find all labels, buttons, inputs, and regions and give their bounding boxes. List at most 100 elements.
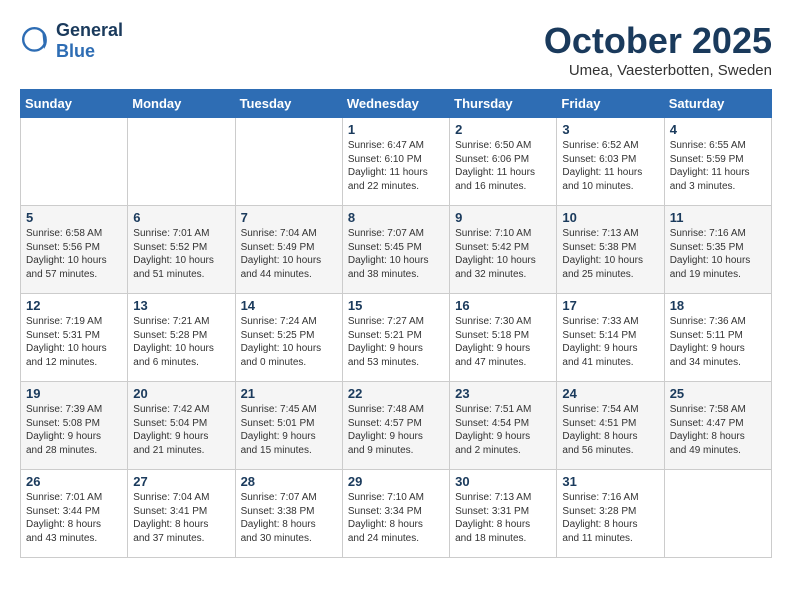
calendar-cell: 9 Sunrise: 7:10 AM Sunset: 5:42 PM Daylig… [450,206,557,294]
day-number: 8 [348,210,444,225]
day-info: Sunrise: 6:58 AM Sunset: 5:56 PM Dayligh… [26,227,122,281]
calendar-cell: 7 Sunrise: 7:04 AM Sunset: 5:49 PM Daylig… [235,206,342,294]
day-info: Sunrise: 7:24 AM Sunset: 5:25 PM Dayligh… [241,315,337,369]
page-header: General Blue October 2025 Umea, Vaesterb… [20,20,772,79]
day-number: 21 [241,386,337,401]
calendar-cell: 11Sunrise: 7:16 AM Sunset: 5:35 PM Dayli… [664,206,771,294]
day-number: 28 [241,474,337,489]
day-number: 24 [562,386,658,401]
day-number: 13 [133,298,229,313]
day-info: Sunrise: 7:13 AM Sunset: 3:31 PM Dayligh… [455,491,551,545]
day-info: Sunrise: 7:10 AM Sunset: 3:34 PM Dayligh… [348,491,444,545]
weekday-header: Saturday [664,90,771,118]
calendar-cell [235,118,342,206]
calendar-cell: 12 Sunrise: 7:19 AM Sunset: 5:31 PM Dayli… [21,294,128,382]
day-info: Sunrise: 7:04 AM Sunset: 3:41 PM Dayligh… [133,491,229,545]
day-info: Sunrise: 7:51 AM Sunset: 4:54 PM Dayligh… [455,403,551,457]
calendar-cell: 8Sunrise: 7:07 AM Sunset: 5:45 PM Daylig… [342,206,449,294]
day-info: Sunrise: 7:36 AM Sunset: 5:11 PM Dayligh… [670,315,766,369]
weekday-header: Wednesday [342,90,449,118]
calendar-cell: 19 Sunrise: 7:39 AM Sunset: 5:08 PM Dayli… [21,382,128,470]
day-number: 26 [26,474,122,489]
calendar-cell: 31 Sunrise: 7:16 AM Sunset: 3:28 PM Dayli… [557,470,664,558]
calendar-cell: 6 Sunrise: 7:01 AM Sunset: 5:52 PM Daylig… [128,206,235,294]
calendar-cell: 20 Sunrise: 7:42 AM Sunset: 5:04 PM Dayli… [128,382,235,470]
day-number: 14 [241,298,337,313]
day-number: 9 [455,210,551,225]
day-number: 6 [133,210,229,225]
calendar-week: 19 Sunrise: 7:39 AM Sunset: 5:08 PM Dayli… [21,382,772,470]
day-info: Sunrise: 7:30 AM Sunset: 5:18 PM Dayligh… [455,315,551,369]
day-info: Sunrise: 6:52 AM Sunset: 6:03 PM Dayligh… [562,139,658,193]
day-number: 1 [348,122,444,137]
calendar-week: 1Sunrise: 6:47 AM Sunset: 6:10 PM Daylig… [21,118,772,206]
day-info: Sunrise: 7:42 AM Sunset: 5:04 PM Dayligh… [133,403,229,457]
month-title: October 2025 [544,20,772,62]
weekday-header: Sunday [21,90,128,118]
day-info: Sunrise: 6:50 AM Sunset: 6:06 PM Dayligh… [455,139,551,193]
day-info: Sunrise: 7:39 AM Sunset: 5:08 PM Dayligh… [26,403,122,457]
calendar-cell: 27Sunrise: 7:04 AM Sunset: 3:41 PM Dayli… [128,470,235,558]
day-info: Sunrise: 7:10 AM Sunset: 5:42 PM Dayligh… [455,227,551,281]
calendar-cell: 23 Sunrise: 7:51 AM Sunset: 4:54 PM Dayli… [450,382,557,470]
calendar-week: 5 Sunrise: 6:58 AM Sunset: 5:56 PM Daylig… [21,206,772,294]
day-info: Sunrise: 7:58 AM Sunset: 4:47 PM Dayligh… [670,403,766,457]
calendar-cell: 2 Sunrise: 6:50 AM Sunset: 6:06 PM Daylig… [450,118,557,206]
day-number: 19 [26,386,122,401]
logo-line1: General [56,20,123,41]
calendar-cell: 17Sunrise: 7:33 AM Sunset: 5:14 PM Dayli… [557,294,664,382]
day-info: Sunrise: 7:16 AM Sunset: 3:28 PM Dayligh… [562,491,658,545]
calendar-header: SundayMondayTuesdayWednesdayThursdayFrid… [21,90,772,118]
day-info: Sunrise: 7:16 AM Sunset: 5:35 PM Dayligh… [670,227,766,281]
day-info: Sunrise: 7:07 AM Sunset: 3:38 PM Dayligh… [241,491,337,545]
calendar-cell: 22Sunrise: 7:48 AM Sunset: 4:57 PM Dayli… [342,382,449,470]
weekday-header: Monday [128,90,235,118]
day-number: 23 [455,386,551,401]
calendar-cell: 29 Sunrise: 7:10 AM Sunset: 3:34 PM Dayli… [342,470,449,558]
day-number: 25 [670,386,766,401]
day-number: 16 [455,298,551,313]
calendar-cell [128,118,235,206]
calendar-week: 26 Sunrise: 7:01 AM Sunset: 3:44 PM Dayli… [21,470,772,558]
calendar-cell: 5 Sunrise: 6:58 AM Sunset: 5:56 PM Daylig… [21,206,128,294]
day-number: 20 [133,386,229,401]
day-info: Sunrise: 7:01 AM Sunset: 5:52 PM Dayligh… [133,227,229,281]
day-number: 4 [670,122,766,137]
calendar-cell: 1Sunrise: 6:47 AM Sunset: 6:10 PM Daylig… [342,118,449,206]
day-number: 2 [455,122,551,137]
weekday-header: Tuesday [235,90,342,118]
calendar-cell: 15Sunrise: 7:27 AM Sunset: 5:21 PM Dayli… [342,294,449,382]
day-info: Sunrise: 7:54 AM Sunset: 4:51 PM Dayligh… [562,403,658,457]
day-number: 12 [26,298,122,313]
day-number: 22 [348,386,444,401]
day-info: Sunrise: 7:01 AM Sunset: 3:44 PM Dayligh… [26,491,122,545]
day-number: 31 [562,474,658,489]
weekday-header: Thursday [450,90,557,118]
day-info: Sunrise: 7:21 AM Sunset: 5:28 PM Dayligh… [133,315,229,369]
day-number: 30 [455,474,551,489]
calendar-cell: 26 Sunrise: 7:01 AM Sunset: 3:44 PM Dayli… [21,470,128,558]
logo-icon [20,25,52,57]
day-info: Sunrise: 7:04 AM Sunset: 5:49 PM Dayligh… [241,227,337,281]
logo: General Blue [20,20,123,62]
calendar-cell: 24 Sunrise: 7:54 AM Sunset: 4:51 PM Dayli… [557,382,664,470]
calendar-cell: 3 Sunrise: 6:52 AM Sunset: 6:03 PM Daylig… [557,118,664,206]
day-number: 5 [26,210,122,225]
day-number: 3 [562,122,658,137]
calendar-cell: 16 Sunrise: 7:30 AM Sunset: 5:18 PM Dayli… [450,294,557,382]
day-number: 7 [241,210,337,225]
day-info: Sunrise: 7:45 AM Sunset: 5:01 PM Dayligh… [241,403,337,457]
calendar-cell: 30 Sunrise: 7:13 AM Sunset: 3:31 PM Dayli… [450,470,557,558]
weekday-header: Friday [557,90,664,118]
day-number: 15 [348,298,444,313]
day-info: Sunrise: 7:13 AM Sunset: 5:38 PM Dayligh… [562,227,658,281]
calendar-cell: 21 Sunrise: 7:45 AM Sunset: 5:01 PM Dayli… [235,382,342,470]
day-number: 29 [348,474,444,489]
day-info: Sunrise: 7:33 AM Sunset: 5:14 PM Dayligh… [562,315,658,369]
calendar-cell: 18 Sunrise: 7:36 AM Sunset: 5:11 PM Dayli… [664,294,771,382]
day-number: 18 [670,298,766,313]
calendar-cell: 14 Sunrise: 7:24 AM Sunset: 5:25 PM Dayli… [235,294,342,382]
calendar-cell: 10Sunrise: 7:13 AM Sunset: 5:38 PM Dayli… [557,206,664,294]
calendar-table: SundayMondayTuesdayWednesdayThursdayFrid… [20,89,772,558]
day-info: Sunrise: 7:19 AM Sunset: 5:31 PM Dayligh… [26,315,122,369]
